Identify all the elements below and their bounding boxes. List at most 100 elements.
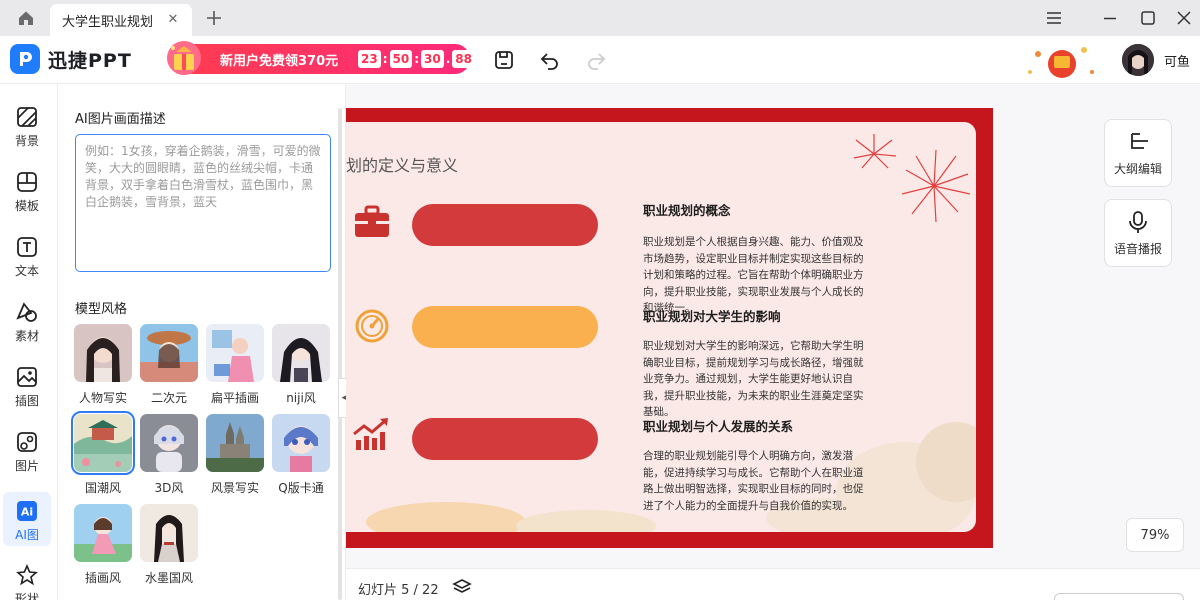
style-label: 水墨国风 <box>144 571 193 585</box>
style-thumbnail <box>272 324 330 382</box>
style-label: Q版卡通 <box>278 481 324 495</box>
style-label: 插画风 <box>84 571 121 585</box>
style-thumbnail <box>272 414 330 472</box>
style-option[interactable]: 风景写实 <box>205 414 265 496</box>
layers-icon[interactable] <box>452 577 472 597</box>
save-icon[interactable] <box>492 48 516 72</box>
section-heading[interactable]: 职业规划对大学生的影响 <box>643 306 781 325</box>
left-icon-rail: 背景 模板 文本 素材 插图 图片 Ai AI图 形状 <box>0 84 58 600</box>
rail-item-illustration[interactable]: 插图 <box>3 358 51 412</box>
style-label: niji风 <box>286 391 316 405</box>
tab-title: 大学生职业规划 <box>62 14 154 30</box>
style-option[interactable]: 水墨国风 <box>139 504 199 586</box>
style-option[interactable]: Q版卡通 <box>271 414 331 496</box>
style-label: 3D风 <box>154 481 184 495</box>
promo-countdown: 23 : 50 : 30 . 88 <box>358 50 475 68</box>
style-label: 风景写实 <box>210 481 259 495</box>
speedometer-icon <box>352 306 392 346</box>
text-icon <box>17 237 37 257</box>
rail-label: 文本 <box>14 264 39 278</box>
rail-item-shape[interactable]: 形状 <box>3 556 51 600</box>
style-option[interactable]: 插画风 <box>73 504 133 586</box>
svg-text:Ai: Ai <box>21 506 33 519</box>
style-label: 国潮风 <box>84 481 121 495</box>
style-thumbnail <box>71 411 135 475</box>
rail-label: 插图 <box>14 394 39 408</box>
maximize-icon[interactable] <box>1136 6 1160 30</box>
bottom-panel-toggle[interactable] <box>1054 593 1184 600</box>
document-tab[interactable]: 大学生职业规划 ✕ <box>50 4 192 36</box>
logo-icon <box>10 44 40 74</box>
slide-counter: 幻灯片 5 / 22 <box>358 583 439 598</box>
slide-title[interactable]: 划的定义与意义 <box>346 152 458 176</box>
section-heading[interactable]: 职业规划与个人发展的关系 <box>643 416 793 435</box>
menu-icon[interactable] <box>1042 6 1066 30</box>
app-name: 迅捷PPT <box>48 49 132 72</box>
style-option[interactable]: 扁平插画 <box>205 324 265 406</box>
window-close-icon[interactable] <box>1172 6 1196 30</box>
background-icon <box>17 107 37 127</box>
style-thumbnail <box>206 414 264 472</box>
material-icon <box>16 302 37 322</box>
section-body[interactable]: 职业规划是个人根据自身兴趣、能力、价值观及市场趋势，设定职业目标并制定实现这些目… <box>643 234 867 317</box>
outline-edit-button[interactable]: 大纲编辑 <box>1104 119 1172 187</box>
style-option[interactable]: 人物写实 <box>73 324 133 406</box>
section-body[interactable]: 职业规划对大学生的影响深远，它帮助大学生明确职业目标，提前规划学习与成长路径，增… <box>643 338 867 421</box>
style-option[interactable]: 二次元 <box>139 324 199 406</box>
slide-content-area: 划的定义与意义 职业规划的概念 职业规划是个人根据自身兴趣、能力、价值观及市场趋… <box>346 122 976 532</box>
image-icon <box>17 432 37 452</box>
section-pill[interactable] <box>412 306 598 348</box>
lantern-decoration <box>1028 47 1094 78</box>
close-icon[interactable]: ✕ <box>164 10 182 28</box>
rail-label: 形状 <box>14 592 39 600</box>
rail-item-text[interactable]: 文本 <box>3 228 51 282</box>
style-thumbnail <box>74 504 132 562</box>
gift-icon <box>167 41 201 75</box>
timer-seconds: 30 <box>421 50 444 68</box>
rail-label: 图片 <box>14 459 39 473</box>
fireworks-decoration <box>853 134 971 223</box>
style-option[interactable]: 国潮风 <box>71 411 135 496</box>
bottom-status-bar: 幻灯片 5 / 22 <box>346 568 1200 600</box>
slide-preview[interactable]: 划的定义与意义 职业规划的概念 职业规划是个人根据自身兴趣、能力、价值观及市场趋… <box>346 108 993 548</box>
redo-icon[interactable] <box>584 48 608 72</box>
template-icon <box>17 172 37 192</box>
style-thumbnail <box>74 324 132 382</box>
timer-minutes: 50 <box>389 50 413 68</box>
minimize-icon[interactable] <box>1098 6 1122 30</box>
title-bar: 大学生职业规划 ✕ <box>0 0 1200 36</box>
plus-icon[interactable] <box>204 8 224 28</box>
rail-label: 背景 <box>14 134 39 148</box>
section-body[interactable]: 合理的职业规划能引导个人明确方向，激发潜能，促进持续学习与成长。它帮助个人在职业… <box>643 448 867 514</box>
voice-broadcast-label: 语音播报 <box>1113 241 1162 256</box>
avatar[interactable] <box>1122 44 1154 76</box>
home-icon[interactable] <box>10 6 42 30</box>
outline-edit-label: 大纲编辑 <box>1113 161 1162 176</box>
illustration-icon <box>17 367 37 387</box>
rail-item-ai-image[interactable]: Ai AI图 <box>3 492 51 546</box>
section-pill[interactable] <box>412 418 598 460</box>
rail-item-template[interactable]: 模板 <box>3 163 51 217</box>
style-option[interactable]: niji风 <box>271 324 331 406</box>
rail-label: 模板 <box>14 199 39 213</box>
promo-banner[interactable]: 新用户免费领370元 23 : 50 : 30 . 88 <box>167 41 475 75</box>
growth-chart-icon <box>352 414 392 454</box>
section-pill[interactable] <box>412 204 598 246</box>
microphone-icon <box>1129 210 1147 233</box>
rail-item-image[interactable]: 图片 <box>3 423 51 477</box>
zoom-level[interactable]: 79% <box>1126 518 1184 552</box>
briefcase-icon <box>352 202 392 242</box>
style-thumbnail <box>140 504 198 562</box>
image-description-input[interactable] <box>75 134 331 272</box>
section-heading[interactable]: 职业规划的概念 <box>643 200 731 219</box>
app-logo[interactable]: 迅捷PPT <box>10 44 132 74</box>
style-thumbnail <box>140 414 198 472</box>
style-option[interactable]: 3D风 <box>139 414 199 496</box>
rail-item-background[interactable]: 背景 <box>3 98 51 152</box>
panel-scrollbar[interactable] <box>338 108 342 600</box>
voice-broadcast-button[interactable]: 语音播报 <box>1104 199 1172 267</box>
username[interactable]: 可鱼 <box>1164 51 1190 70</box>
style-label: 人物写实 <box>78 391 127 405</box>
undo-icon[interactable] <box>538 48 562 72</box>
rail-item-material[interactable]: 素材 <box>3 293 51 347</box>
